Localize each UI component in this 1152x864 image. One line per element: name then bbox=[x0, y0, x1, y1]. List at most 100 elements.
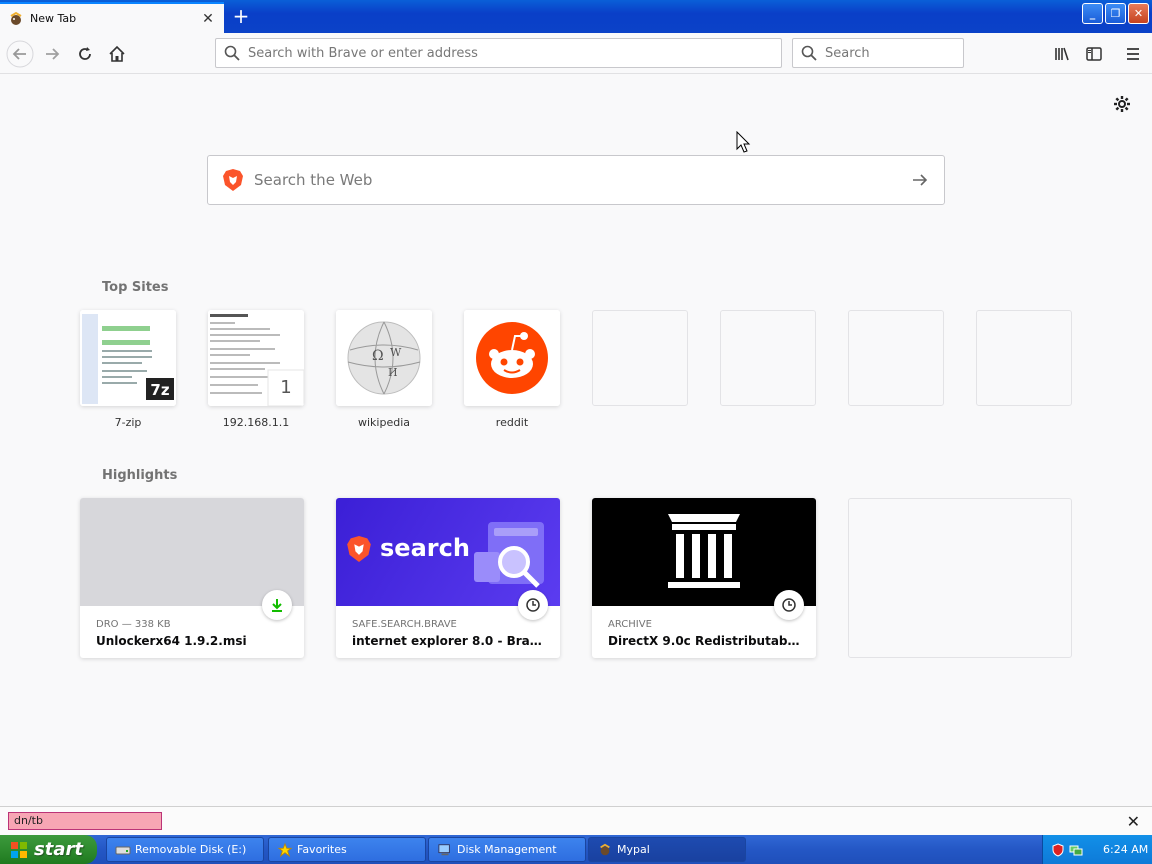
highlight-card[interactable]: DRO — 338 KB Unlockerx64 1.9.2.msi bbox=[80, 498, 304, 658]
task-label: Disk Management bbox=[457, 843, 557, 856]
shield-icon[interactable] bbox=[1051, 842, 1065, 857]
svg-text:Ω: Ω bbox=[372, 348, 384, 364]
reload-button[interactable] bbox=[71, 40, 99, 68]
mouse-cursor-icon bbox=[736, 131, 751, 153]
address-bar[interactable] bbox=[215, 38, 782, 68]
highlight-card[interactable]: search SAFE.SEARCH.BRAVE internet explor… bbox=[336, 498, 560, 658]
find-bar: dn/tb ✕ bbox=[0, 806, 1152, 835]
new-tab-button[interactable]: + bbox=[230, 6, 252, 28]
home-button[interactable] bbox=[103, 40, 131, 68]
search-icon bbox=[224, 45, 240, 61]
top-sites-heading: Top Sites bbox=[102, 280, 169, 295]
empty-tile bbox=[720, 310, 816, 406]
reddit-logo-icon bbox=[464, 310, 560, 406]
top-site-reddit[interactable]: reddit bbox=[464, 310, 560, 429]
7zip-thumbnail-icon: 7z bbox=[80, 310, 176, 406]
find-input[interactable]: dn/tb bbox=[8, 812, 162, 830]
clock-icon bbox=[782, 598, 796, 612]
top-site-empty bbox=[720, 310, 816, 406]
highlight-image bbox=[592, 498, 816, 620]
task-label: Mypal bbox=[617, 843, 650, 856]
top-site-empty bbox=[976, 310, 1072, 406]
clock: 6:24 AM bbox=[1103, 843, 1149, 856]
window-controls: _ ❐ ✕ bbox=[1082, 3, 1149, 24]
download-icon bbox=[272, 599, 282, 612]
taskbar: start Removable Disk (E:) Favorites Disk… bbox=[0, 835, 1152, 864]
web-search-box[interactable] bbox=[207, 155, 945, 205]
library-button[interactable] bbox=[1048, 40, 1076, 68]
search-icon bbox=[801, 45, 817, 61]
tab-close-icon[interactable]: ✕ bbox=[200, 11, 216, 27]
web-search-input[interactable] bbox=[254, 171, 910, 189]
taskbar-item-mypal[interactable]: Mypal bbox=[588, 837, 746, 862]
highlight-meta: DRO — 338 KB bbox=[96, 619, 171, 630]
maximize-button[interactable]: ❐ bbox=[1105, 3, 1126, 24]
taskbar-item-removable-disk[interactable]: Removable Disk (E:) bbox=[106, 837, 264, 862]
search-bar[interactable] bbox=[792, 38, 995, 68]
forward-button[interactable] bbox=[39, 40, 67, 68]
search-banner-text: search bbox=[380, 534, 470, 562]
tab-title: New Tab bbox=[30, 12, 77, 25]
start-button[interactable]: start bbox=[0, 835, 97, 864]
taskbar-item-favorites[interactable]: Favorites bbox=[268, 837, 426, 862]
tab-new-tab[interactable]: New Tab ✕ bbox=[0, 2, 224, 33]
gear-icon[interactable] bbox=[1112, 94, 1132, 114]
top-site-7zip[interactable]: 7z 7-zip bbox=[80, 310, 176, 429]
sidebar-icon bbox=[1086, 47, 1102, 61]
site-label: 7-zip bbox=[114, 416, 142, 429]
tile-fallback-letter: 1 bbox=[280, 377, 292, 398]
home-icon bbox=[109, 45, 125, 62]
site-thumbnail: 7z bbox=[80, 310, 176, 406]
highlight-card[interactable]: ARCHIVE DirectX 9.0c Redistributable : M… bbox=[592, 498, 816, 658]
search-input[interactable] bbox=[825, 45, 995, 61]
highlight-title: Unlockerx64 1.9.2.msi bbox=[96, 634, 247, 648]
computer-management-icon bbox=[438, 843, 450, 855]
clock-badge bbox=[774, 590, 804, 620]
site-label: 192.168.1.1 bbox=[222, 416, 290, 429]
clock-badge bbox=[518, 590, 548, 620]
back-button[interactable] bbox=[6, 40, 34, 68]
library-icon bbox=[1055, 47, 1069, 61]
wikipedia-globe-icon: Ω W И bbox=[336, 310, 432, 406]
highlight-meta: ARCHIVE bbox=[608, 619, 652, 630]
minimize-button[interactable]: _ bbox=[1082, 3, 1103, 24]
svg-text:И: И bbox=[388, 366, 398, 379]
brave-lion-icon bbox=[347, 536, 371, 562]
download-badge bbox=[262, 590, 292, 620]
menu-button[interactable] bbox=[1119, 40, 1147, 68]
windows-logo-icon bbox=[11, 841, 27, 858]
site-thumbnail bbox=[464, 310, 560, 406]
top-site-wikipedia[interactable]: Ω W И wikipedia bbox=[336, 310, 432, 429]
highlight-title: internet explorer 8.0 - Brave Se... bbox=[352, 634, 544, 648]
reload-icon bbox=[79, 47, 91, 60]
top-site-empty bbox=[592, 310, 688, 406]
highlight-image: search bbox=[336, 498, 560, 620]
empty-tile bbox=[976, 310, 1072, 406]
site-thumbnail: 1 bbox=[208, 310, 304, 406]
hamburger-menu-icon bbox=[1127, 48, 1139, 60]
arrow-right-icon[interactable] bbox=[910, 170, 930, 190]
clock-icon bbox=[526, 598, 540, 612]
star-icon bbox=[277, 842, 293, 857]
forward-arrow-icon bbox=[46, 48, 60, 60]
internet-archive-logo-icon bbox=[668, 514, 740, 588]
navigation-toolbar bbox=[0, 33, 1152, 74]
top-site-empty bbox=[848, 310, 944, 406]
svg-text:7z: 7z bbox=[150, 381, 169, 399]
site-label: wikipedia bbox=[357, 416, 410, 429]
highlight-empty-card bbox=[848, 498, 1072, 658]
network-icon[interactable] bbox=[1069, 843, 1083, 857]
mypal-icon bbox=[600, 843, 610, 855]
sidebar-button[interactable] bbox=[1080, 40, 1108, 68]
mypal-icon bbox=[10, 11, 22, 25]
close-window-button[interactable]: ✕ bbox=[1128, 3, 1149, 24]
back-arrow-icon bbox=[6, 40, 34, 68]
highlight-title: DirectX 9.0c Redistributable : Mi... bbox=[608, 634, 800, 648]
address-input[interactable] bbox=[248, 45, 781, 61]
task-label: Favorites bbox=[297, 843, 347, 856]
top-site-router[interactable]: 1 192.168.1.1 bbox=[208, 310, 304, 429]
system-tray: 6:24 AM bbox=[1042, 835, 1152, 864]
site-label: reddit bbox=[495, 416, 529, 429]
taskbar-item-disk-management[interactable]: Disk Management bbox=[428, 837, 586, 862]
find-bar-close-icon[interactable]: ✕ bbox=[1127, 812, 1140, 831]
